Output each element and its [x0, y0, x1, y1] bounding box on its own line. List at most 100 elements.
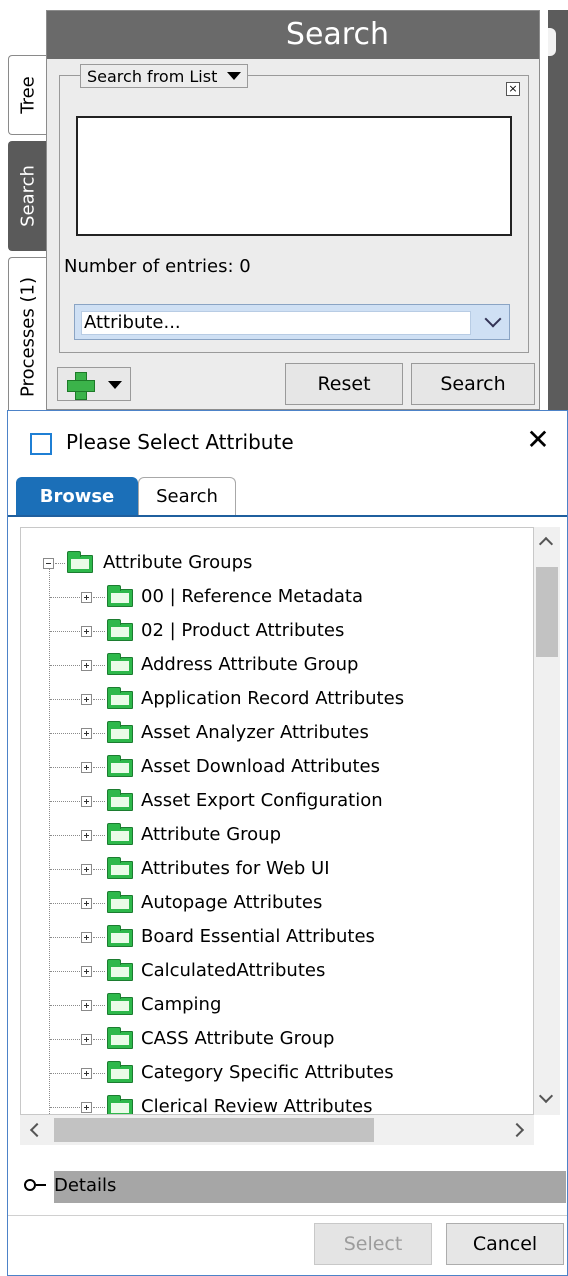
entries-list-box[interactable] — [76, 116, 512, 236]
reset-button[interactable]: Reset — [285, 363, 403, 405]
folder-icon — [107, 1061, 133, 1083]
add-button[interactable] — [57, 367, 131, 401]
dialog-title: Please Select Attribute — [66, 430, 294, 454]
tree-item-label: Address Attribute Group — [141, 654, 359, 675]
tree-item-label: Attributes for Web UI — [141, 858, 330, 879]
scroll-down-icon[interactable] — [538, 1088, 554, 1104]
attribute-tree: Attribute Groups 00 | Reference Metadata… — [20, 527, 534, 1115]
tree-item[interactable]: Asset Download Attributes — [21, 750, 533, 784]
tree-item[interactable]: Category Specific Attributes — [21, 1056, 533, 1090]
scroll-left-icon[interactable] — [29, 1122, 45, 1138]
expand-toggle-icon[interactable] — [81, 1034, 92, 1045]
scroll-up-icon[interactable] — [538, 536, 554, 552]
expand-details-icon[interactable] — [24, 1179, 46, 1191]
scroll-right-icon[interactable] — [509, 1122, 525, 1138]
tree-root-row[interactable]: Attribute Groups — [21, 546, 533, 580]
expand-toggle-icon[interactable] — [81, 966, 92, 977]
tree-connector — [93, 1073, 105, 1074]
tree-item-label: 00 | Reference Metadata — [141, 586, 364, 607]
tree-connector — [50, 903, 80, 904]
expand-toggle-icon[interactable] — [81, 626, 92, 637]
tree-connector — [50, 1005, 80, 1006]
collapsed-side-panel[interactable] — [548, 10, 568, 410]
side-tab-processes[interactable]: Processes (1) — [8, 257, 46, 410]
folder-icon — [107, 891, 133, 913]
expand-toggle-icon[interactable] — [81, 728, 92, 739]
tree-connector — [93, 733, 105, 734]
expand-toggle-icon[interactable] — [81, 660, 92, 671]
tree-item-label: Application Record Attributes — [141, 688, 405, 709]
tree-item[interactable]: Attributes for Web UI — [21, 852, 533, 886]
folder-icon — [107, 755, 133, 777]
tree-item[interactable]: 00 | Reference Metadata — [21, 580, 533, 614]
vertical-scrollbar[interactable] — [534, 527, 560, 1115]
horizontal-scrollbar[interactable] — [20, 1115, 534, 1145]
tree-item[interactable]: Asset Analyzer Attributes — [21, 716, 533, 750]
tree-connector — [93, 597, 105, 598]
tab-search[interactable]: Search — [138, 477, 236, 515]
side-tab-tree-label: Tree — [17, 76, 38, 114]
collapse-toggle-icon[interactable] — [43, 558, 54, 569]
dialog-tabs: Browse Search — [8, 473, 567, 517]
chevron-down-icon[interactable] — [484, 310, 502, 328]
expand-toggle-icon[interactable] — [81, 1068, 92, 1079]
attribute-select[interactable]: Attribute... — [74, 304, 510, 340]
expand-toggle-icon[interactable] — [81, 1000, 92, 1011]
collapse-handle-icon[interactable] — [548, 28, 556, 56]
expand-toggle-icon[interactable] — [81, 762, 92, 773]
dropdown-arrow-icon — [108, 381, 122, 389]
tree-item[interactable]: Attribute Group — [21, 818, 533, 852]
search-button[interactable]: Search — [411, 363, 535, 405]
side-tab-search[interactable]: Search — [8, 141, 46, 251]
tree-item[interactable]: Clerical Review Attributes — [21, 1090, 533, 1114]
cancel-button[interactable]: Cancel — [446, 1223, 564, 1265]
folder-icon — [107, 585, 133, 607]
tree-item[interactable]: Asset Export Configuration — [21, 784, 533, 818]
expand-toggle-icon[interactable] — [81, 796, 92, 807]
scroll-thumb[interactable] — [536, 567, 558, 657]
folder-icon — [67, 551, 93, 573]
expand-toggle-icon[interactable] — [81, 864, 92, 875]
tree-item[interactable]: Camping — [21, 988, 533, 1022]
expand-toggle-icon[interactable] — [81, 898, 92, 909]
folder-icon — [107, 993, 133, 1015]
tree-item[interactable]: Address Attribute Group — [21, 648, 533, 682]
tree-connector — [50, 801, 80, 802]
tree-connector — [50, 665, 80, 666]
tree-connector — [55, 563, 65, 564]
tree-item[interactable]: CASS Attribute Group — [21, 1022, 533, 1056]
search-mode-dropdown[interactable]: Search from List — [80, 64, 249, 88]
expand-toggle-icon[interactable] — [81, 932, 92, 943]
close-icon[interactable]: × — [506, 82, 520, 96]
search-mode-label: Search from List — [87, 66, 218, 86]
tree-item[interactable]: Autopage Attributes — [21, 886, 533, 920]
expand-toggle-icon[interactable] — [81, 592, 92, 603]
expand-toggle-icon[interactable] — [81, 694, 92, 705]
tree-item[interactable]: Board Essential Attributes — [21, 920, 533, 954]
select-button[interactable]: Select — [314, 1223, 432, 1265]
tree-connector — [93, 1107, 105, 1108]
search-panel: Search Search from List × Number of entr… — [46, 10, 540, 410]
tree-connector — [93, 1005, 105, 1006]
folder-icon — [107, 721, 133, 743]
close-icon[interactable]: ✕ — [523, 425, 553, 455]
tree-item[interactable]: 02 | Product Attributes — [21, 614, 533, 648]
tree-item-label: CASS Attribute Group — [141, 1028, 335, 1049]
folder-icon — [107, 687, 133, 709]
tab-browse[interactable]: Browse — [16, 477, 138, 515]
details-section[interactable]: Details — [20, 1171, 566, 1203]
search-from-list-group: Search from List × Number of entries: 0 … — [59, 64, 529, 353]
scroll-thumb[interactable] — [54, 1118, 374, 1142]
tree-item[interactable]: Application Record Attributes — [21, 682, 533, 716]
button-separator — [8, 1215, 567, 1216]
select-attribute-dialog: Please Select Attribute ✕ Browse Search … — [7, 410, 568, 1276]
tree-item-label: Category Specific Attributes — [141, 1062, 394, 1083]
entries-count: Number of entries: 0 — [64, 256, 251, 277]
expand-toggle-icon[interactable] — [81, 830, 92, 841]
tree-connector — [50, 971, 80, 972]
tree-item[interactable]: CalculatedAttributes — [21, 954, 533, 988]
dialog-titlebar: Please Select Attribute ✕ — [8, 411, 567, 467]
expand-toggle-icon[interactable] — [81, 1102, 92, 1113]
side-tab-tree[interactable]: Tree — [8, 55, 46, 135]
attribute-select-value[interactable]: Attribute... — [81, 311, 471, 335]
